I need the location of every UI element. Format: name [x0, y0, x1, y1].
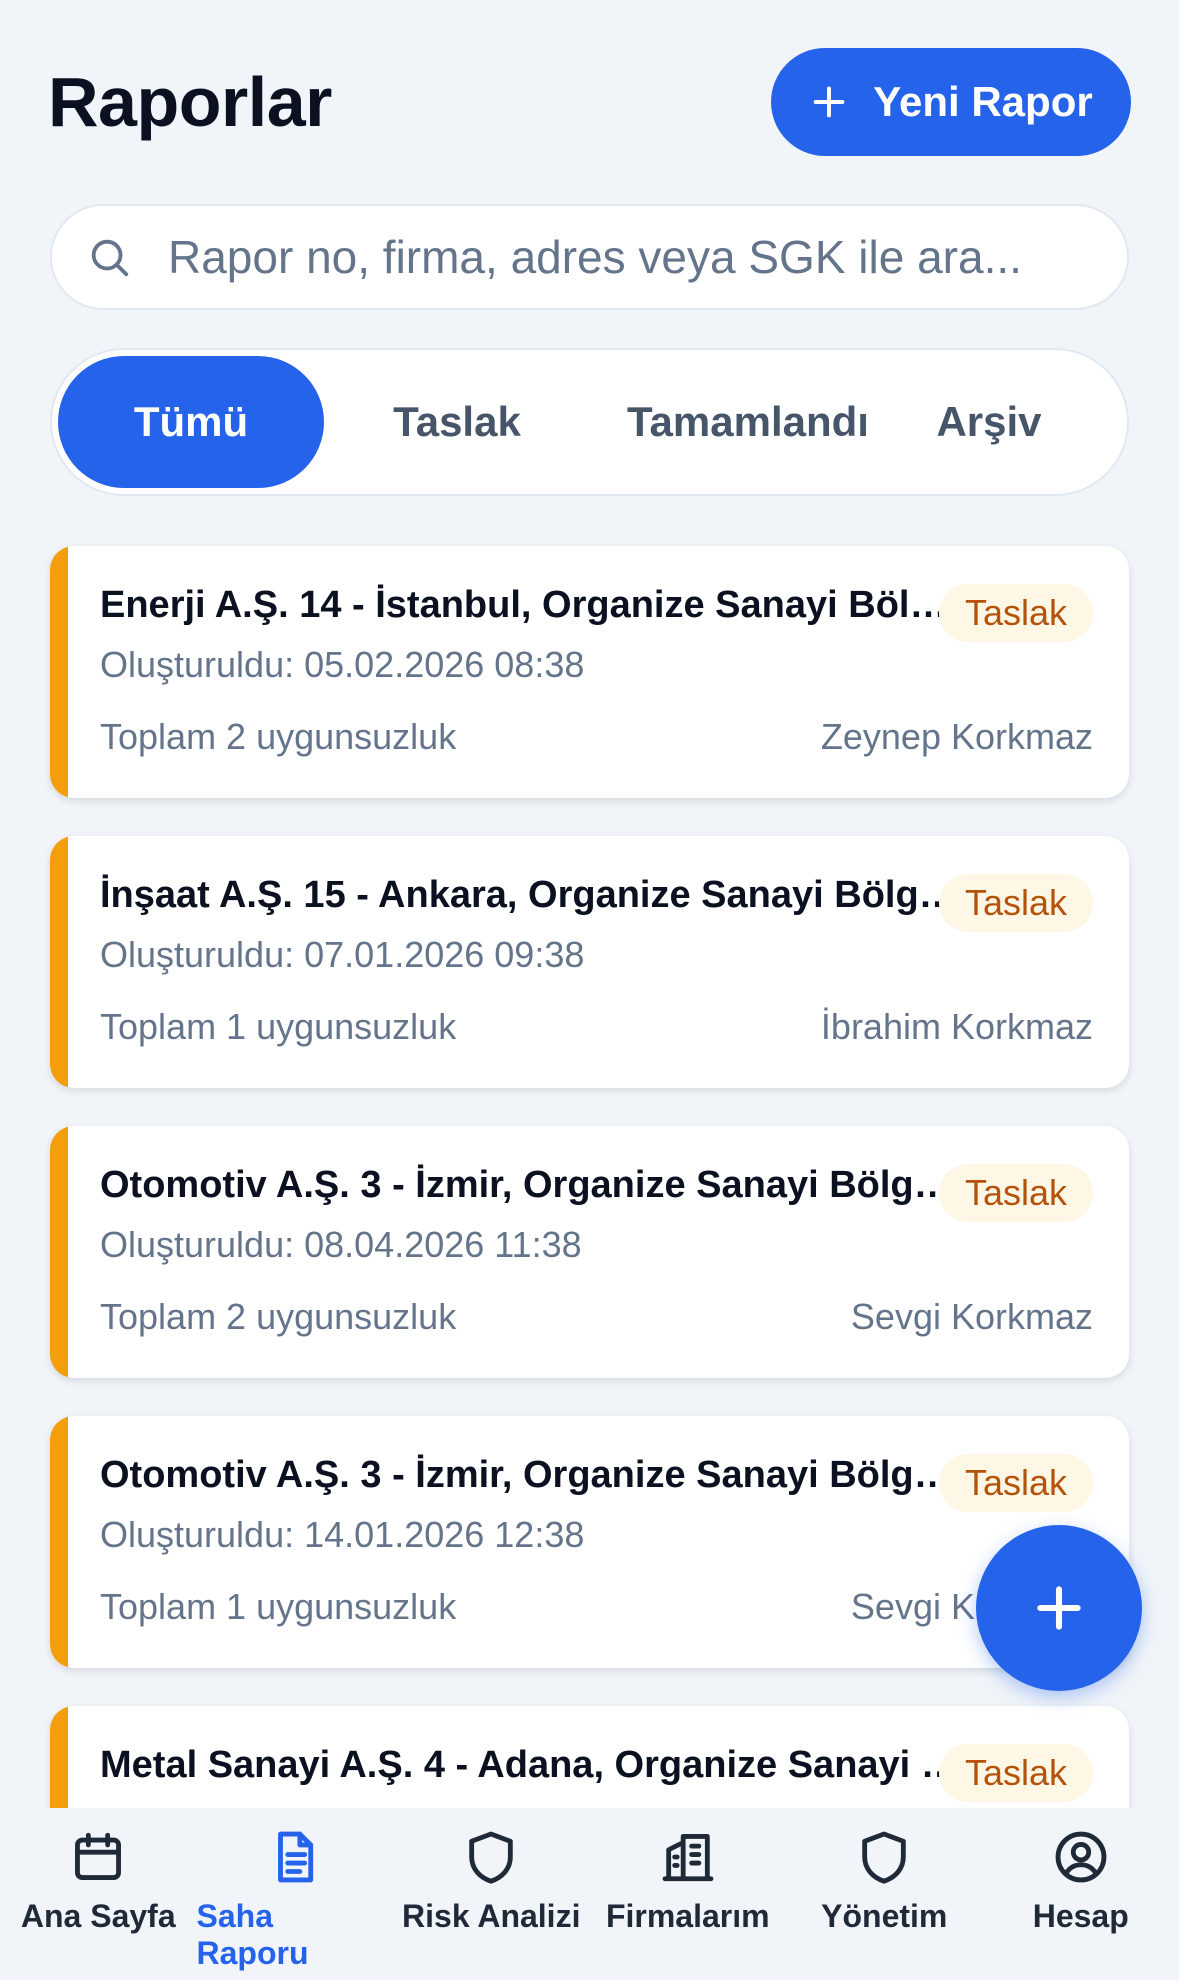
tab-draft[interactable]: Taslak [324, 356, 590, 488]
filter-tabs: Tümü Taslak Tamamlandı Arşiv [50, 348, 1129, 496]
nav-label: Risk Analizi [402, 1898, 581, 1934]
report-card[interactable]: Otomotiv A.Ş. 3 - İzmir, Organize Sanayi… [50, 1126, 1129, 1378]
report-title: İnşaat A.Ş. 15 - Ankara, Organize Sanayi… [100, 874, 960, 916]
status-badge: Taslak [938, 874, 1093, 932]
created-date: Oluşturuldu: 05.02.2026 08:38 [100, 644, 585, 685]
nav-item-companies[interactable]: Firmalarım [590, 1828, 787, 1980]
report-card[interactable]: İnşaat A.Ş. 15 - Ankara, Organize Sanayi… [50, 836, 1129, 1088]
reports-screen: Raporlar Yeni Rapor Tümü Taslak Tamamlan… [0, 0, 1179, 1980]
status-badge: Taslak [938, 1164, 1093, 1222]
plus-icon [1037, 1586, 1081, 1630]
nonconformity-count: Toplam 2 uygunsuzluk [100, 716, 457, 757]
report-title: Enerji A.Ş. 14 - İstanbul, Organize Sana… [100, 584, 960, 626]
status-badge: Taslak [938, 584, 1093, 642]
search-input[interactable] [168, 230, 1093, 284]
inspector-name: Sevgi Korkmaz [850, 1296, 1093, 1337]
plus-icon [813, 86, 845, 118]
document-icon [277, 1831, 313, 1883]
report-card[interactable]: Otomotiv A.Ş. 3 - İzmir, Organize Sanayi… [50, 1416, 1129, 1668]
report-title: Metal Sanayi A.Ş. 4 - Adana, Organize Sa… [100, 1744, 960, 1786]
tab-archive[interactable]: Arşiv [906, 356, 1072, 488]
shield-icon [469, 1831, 513, 1884]
nav-item-risk-analysis[interactable]: Risk Analizi [393, 1828, 590, 1980]
created-date: Oluşturuldu: 08.04.2026 11:38 [100, 1224, 582, 1265]
nonconformity-count: Toplam 1 uygunsuzluk [100, 1586, 457, 1627]
report-title: Otomotiv A.Ş. 3 - İzmir, Organize Sanayi… [100, 1454, 960, 1496]
bottom-nav: Ana Sayfa Saha Raporu Risk Analizi Firma… [0, 1808, 1179, 1980]
status-bar [50, 546, 68, 798]
nonconformity-count: Toplam 1 uygunsuzluk [100, 1006, 457, 1047]
user-circle-icon [1055, 1831, 1107, 1883]
calendar-icon [75, 1832, 122, 1880]
nav-item-management[interactable]: Yönetim [786, 1828, 983, 1980]
nav-item-field-report[interactable]: Saha Raporu [197, 1828, 394, 1980]
report-list: Enerji A.Ş. 14 - İstanbul, Organize Sana… [50, 546, 1129, 1980]
nav-label: Yönetim [821, 1898, 948, 1934]
tab-completed[interactable]: Tamamlandı [590, 356, 906, 488]
new-report-label: Yeni Rapor [873, 78, 1093, 125]
status-badge: Taslak [938, 1454, 1093, 1512]
report-title: Otomotiv A.Ş. 3 - İzmir, Organize Sanayi… [100, 1164, 960, 1206]
status-badge: Taslak [938, 1744, 1093, 1802]
nav-label: Firmalarım [605, 1898, 770, 1934]
inspector-name: İbrahim Korkmaz [820, 1006, 1093, 1047]
created-date: Oluşturuldu: 07.01.2026 09:38 [100, 934, 585, 975]
nav-label: Hesap [1032, 1898, 1129, 1934]
nav-label: Ana Sayfa [20, 1898, 176, 1934]
status-bar [50, 1126, 68, 1378]
status-bar [50, 1416, 68, 1668]
search-icon [91, 239, 129, 277]
created-date: Oluşturuldu: 14.01.2026 12:38 [100, 1514, 585, 1555]
new-report-button[interactable]: Yeni Rapor [771, 48, 1131, 156]
header: Raporlar Yeni Rapor [48, 48, 1131, 156]
nav-label: Saha Raporu [196, 1898, 309, 1971]
status-bar [50, 836, 68, 1088]
search-bar [50, 204, 1129, 310]
nav-item-home[interactable]: Ana Sayfa [0, 1828, 197, 1980]
building-icon [662, 1834, 714, 1882]
page-title: Raporlar [48, 63, 332, 141]
report-card[interactable]: Enerji A.Ş. 14 - İstanbul, Organize Sana… [50, 546, 1129, 798]
nonconformity-count: Toplam 2 uygunsuzluk [100, 1296, 457, 1337]
tab-all[interactable]: Tümü [58, 356, 324, 488]
nav-item-account[interactable]: Hesap [983, 1828, 1179, 1980]
add-report-fab[interactable] [976, 1525, 1142, 1691]
shield-icon [862, 1831, 906, 1884]
inspector-name: Zeynep Korkmaz [820, 716, 1093, 757]
